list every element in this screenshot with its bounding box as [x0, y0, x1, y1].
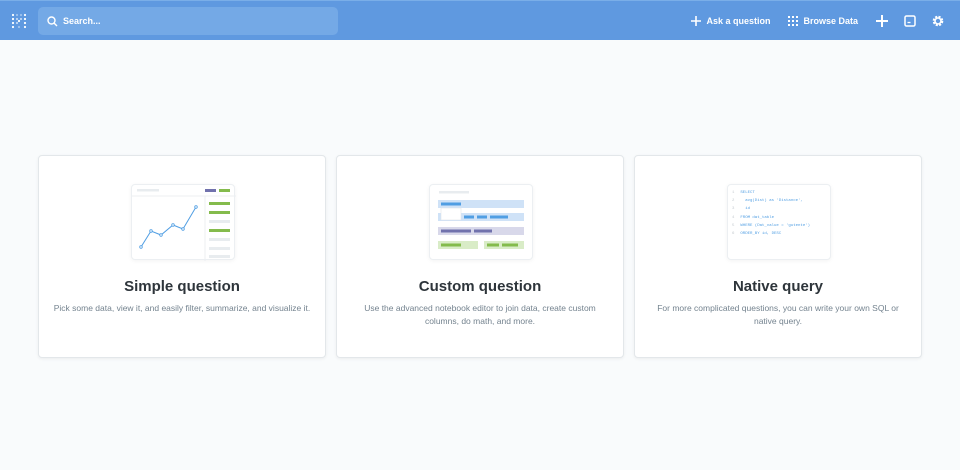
native-query-card[interactable]: 1 SELECT 2 avg(Dist) as 'Distance', 3 id …	[634, 155, 922, 358]
grid-icon	[788, 16, 799, 26]
card-title: Simple question	[124, 278, 240, 295]
sql-line: ORDER_BY id, DESC	[740, 232, 782, 237]
ask-question-label: Ask a question	[706, 16, 771, 26]
gear-icon	[932, 15, 944, 27]
simple-question-card[interactable]: Simple question Pick some data, view it,…	[38, 155, 326, 358]
custom-question-card[interactable]: Custom question Use the advanced noteboo…	[336, 155, 624, 358]
search-input[interactable]: Search...	[38, 7, 338, 35]
sql-line: FROM dat_table	[740, 215, 775, 220]
sql-line: id	[740, 207, 751, 212]
browse-data-button[interactable]: Browse Data	[788, 16, 858, 26]
plus-icon	[691, 16, 702, 26]
card-description: For more complicated questions, you can …	[657, 303, 899, 326]
metabase-logo-icon[interactable]	[11, 13, 27, 29]
custom-question-illustration	[429, 184, 533, 260]
settings-button[interactable]	[932, 15, 944, 27]
top-navbar: Search... Ask a question Browse Data	[0, 0, 960, 40]
card-title: Custom question	[418, 278, 542, 295]
activity-button[interactable]	[904, 15, 916, 27]
plus-icon	[876, 15, 888, 27]
new-button[interactable]	[876, 15, 888, 27]
card-description: Use the advanced notebook editor to join…	[364, 303, 596, 326]
card-description: Pick some data, view it, and easily filt…	[53, 303, 311, 313]
search-icon	[47, 15, 58, 26]
browse-data-label: Browse Data	[803, 16, 858, 26]
sql-line: SELECT	[740, 191, 755, 195]
sql-line: WHERE (Dat_value = 'gutente')	[740, 223, 811, 228]
terminal-icon	[904, 15, 916, 27]
card-title: Native query	[732, 278, 824, 295]
search-placeholder: Search...	[63, 16, 101, 26]
simple-question-illustration	[131, 184, 236, 261]
sql-code-illustration: 1 SELECT 2 avg(Dist) as 'Distance', 3 id …	[727, 184, 831, 260]
ask-question-button[interactable]: Ask a question	[691, 16, 770, 26]
sql-line: avg(Dist) as 'Distance',	[740, 199, 803, 204]
